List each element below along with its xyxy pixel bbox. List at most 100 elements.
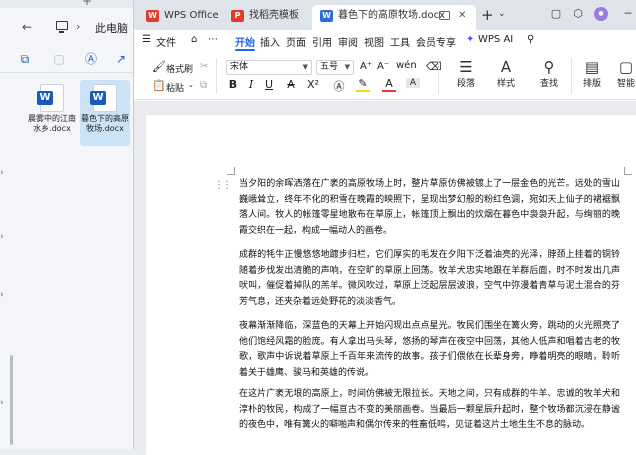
- menu-view[interactable]: 视图: [364, 34, 384, 49]
- paragraph[interactable]: 在这片广袤无垠的高原上，时间仿佛被无限拉长。天地之间，只有成群的牛羊、忠诚的牧羊…: [239, 387, 620, 434]
- menu-home[interactable]: 开始: [235, 34, 255, 51]
- tab-label: 暮色下的高原牧场.docx: [338, 10, 446, 21]
- explorer-address-bar[interactable]: ← › 此电脑: [0, 12, 140, 42]
- nav-item-glyph[interactable]: ›: [0, 398, 4, 408]
- wps-writer-window: W WPS Office P 找稻壳模板 W 暮色下的高原牧场.docx ✕ +…: [133, 0, 636, 455]
- layout-button[interactable]: ▤ 排版: [575, 58, 609, 89]
- paragraph-button[interactable]: ☰ 段落: [449, 58, 483, 89]
- file-item[interactable]: W 晨雾中的江南水乡.docx: [27, 80, 77, 146]
- underline-icon[interactable]: U: [262, 78, 276, 91]
- search-icon[interactable]: ⚲: [527, 34, 534, 45]
- phonetic-icon[interactable]: wén: [396, 60, 417, 71]
- tab-label: 找稻壳模板: [249, 10, 299, 21]
- hamburger-icon[interactable]: ☰: [142, 34, 151, 45]
- wps-ai-logo-icon[interactable]: ✦: [466, 34, 474, 45]
- drag-handle-icon[interactable]: ⋮⋮: [214, 180, 232, 191]
- font-size-value: 五号: [320, 62, 339, 72]
- menu-file[interactable]: 文件: [156, 34, 176, 49]
- layout-icon: ▤: [584, 58, 600, 76]
- ribbon-divider: [216, 58, 217, 94]
- document-page[interactable]: ⋮⋮ 当夕阳的余晖洒落在广袤的高原牧场上时，整片草原仿佛被镀上了一层金色的光芒。…: [146, 115, 636, 455]
- chevron-down-icon: ▼: [302, 63, 308, 71]
- tab-wps-office[interactable]: W WPS Office: [138, 5, 220, 30]
- find-label: 查找: [539, 79, 558, 89]
- nav-item-glyph[interactable]: ›: [0, 232, 4, 242]
- grow-font-icon[interactable]: A⁺: [360, 61, 372, 72]
- bold-icon[interactable]: B: [226, 78, 240, 91]
- text-effect-icon[interactable]: Ⓐ: [332, 78, 346, 94]
- layout-label: 排版: [582, 79, 601, 89]
- chevron-down-icon: ▼: [344, 63, 350, 71]
- styles-label: 样式: [496, 79, 515, 89]
- wps-logo-icon: W: [146, 10, 159, 22]
- document-canvas[interactable]: ⋮⋮ 当夕阳的余晖洒落在广袤的高原牧场上时，整片草原仿佛被镀上了一层金色的光芒。…: [134, 101, 636, 455]
- superscript-icon[interactable]: X²: [306, 78, 320, 91]
- explorer-tab-strip: +: [0, 0, 140, 8]
- tab-document[interactable]: W 暮色下的高原牧场.docx ✕: [312, 5, 476, 30]
- menu-review[interactable]: 审阅: [338, 34, 358, 49]
- tab-label: WPS Office: [164, 10, 219, 21]
- find-button[interactable]: ⚲ 查找: [532, 58, 566, 89]
- menu-wps-ai[interactable]: WPS AI: [478, 34, 513, 45]
- paragraph[interactable]: 当夕阳的余晖洒落在广袤的高原牧场上时，整片草原仿佛被镀上了一层金色的光芒。远处的…: [239, 177, 620, 239]
- new-tab-plus-icon[interactable]: +: [481, 6, 494, 24]
- nav-scrollbar[interactable]: [10, 355, 13, 445]
- char-shading-icon[interactable]: A: [406, 78, 420, 88]
- minimize-icon[interactable]: ─: [622, 8, 634, 20]
- chevron-right-icon: ›: [76, 20, 81, 33]
- format-painter-label[interactable]: 格式刷: [166, 62, 193, 75]
- menu-reference[interactable]: 引用: [312, 34, 332, 49]
- nav-item-glyph[interactable]: ›: [0, 168, 4, 178]
- menu-member[interactable]: 会员专享: [416, 34, 456, 49]
- copy-icon[interactable]: ⧉: [18, 52, 32, 66]
- avatar[interactable]: ●: [594, 7, 608, 21]
- menu-page[interactable]: 页面: [286, 34, 306, 49]
- computer-icon: [56, 21, 68, 33]
- italic-icon[interactable]: I: [244, 78, 258, 91]
- font-size-select[interactable]: 五号 ▼: [316, 60, 354, 75]
- close-tab-icon[interactable]: ✕: [458, 5, 466, 27]
- tab-template[interactable]: P 找稻壳模板: [223, 5, 305, 30]
- rename-icon[interactable]: Ⓐ: [84, 52, 98, 66]
- ribbon-divider: [438, 58, 439, 94]
- paste-label[interactable]: 粘贴: [166, 81, 184, 94]
- cut-icon[interactable]: ✂: [200, 61, 208, 72]
- paste-icon[interactable]: ▢: [52, 52, 66, 66]
- file-item-selected[interactable]: W 暮色下的高原牧场.docx: [80, 80, 130, 146]
- more-icon[interactable]: ⋯: [208, 34, 218, 45]
- folder-icon[interactable]: ⌂: [191, 34, 197, 45]
- copy-icon[interactable]: ⧉: [200, 80, 207, 91]
- menu-insert[interactable]: 插入: [260, 34, 280, 49]
- paragraph[interactable]: 夜幕渐渐降临，深蓝色的天幕上开始闪现出点点星光。牧民们围坐在篝火旁，跳动的火光照…: [239, 319, 620, 381]
- font-color-icon[interactable]: A: [382, 78, 396, 92]
- shrink-font-icon[interactable]: A⁻: [377, 61, 389, 72]
- ribbon-divider: [571, 58, 572, 94]
- title-bar: W WPS Office P 找稻壳模板 W 暮色下的高原牧场.docx ✕ +…: [134, 0, 636, 30]
- smart-icon: ▢: [618, 58, 634, 76]
- address-label: 此电脑: [95, 22, 128, 35]
- highlight-icon[interactable]: ✎: [356, 78, 370, 92]
- nav-item-glyph[interactable]: ›: [0, 290, 4, 300]
- file-name: 暮色下的高原牧场.docx: [81, 114, 129, 133]
- chevron-down-icon[interactable]: ⌄: [498, 9, 506, 19]
- restore-window-icon[interactable]: ▢: [550, 8, 562, 20]
- screen-icon[interactable]: [439, 11, 450, 20]
- chevron-down-icon[interactable]: ⌄: [188, 81, 194, 89]
- styles-button[interactable]: A 样式: [489, 58, 523, 89]
- paragraph[interactable]: 成群的牦牛正慢悠悠地踱步归栏，它们厚实的毛发在夕阳下泛着油亮的光泽，脖颈上挂着的…: [239, 248, 620, 310]
- new-tab-plus-icon[interactable]: +: [82, 0, 92, 8]
- font-family-select[interactable]: 宋体 ▼: [226, 60, 312, 75]
- smart-button[interactable]: ▢ 智能: [614, 58, 636, 89]
- paste-icon[interactable]: 📋: [152, 79, 166, 92]
- format-painter-icon[interactable]: 🖌: [152, 60, 166, 73]
- strikethrough-icon[interactable]: A: [284, 78, 298, 91]
- clear-format-icon[interactable]: ⌫: [426, 60, 442, 73]
- paragraph-icon: ☰: [459, 58, 473, 76]
- font-family-value: 宋体: [230, 62, 249, 72]
- cube-icon[interactable]: ⬡: [572, 8, 584, 20]
- menu-tools[interactable]: 工具: [390, 34, 410, 49]
- up-arrow-icon[interactable]: ←: [22, 20, 32, 34]
- find-icon: ⚲: [543, 58, 555, 76]
- margin-corner-mark: [624, 167, 632, 175]
- share-icon[interactable]: ↗: [114, 52, 128, 66]
